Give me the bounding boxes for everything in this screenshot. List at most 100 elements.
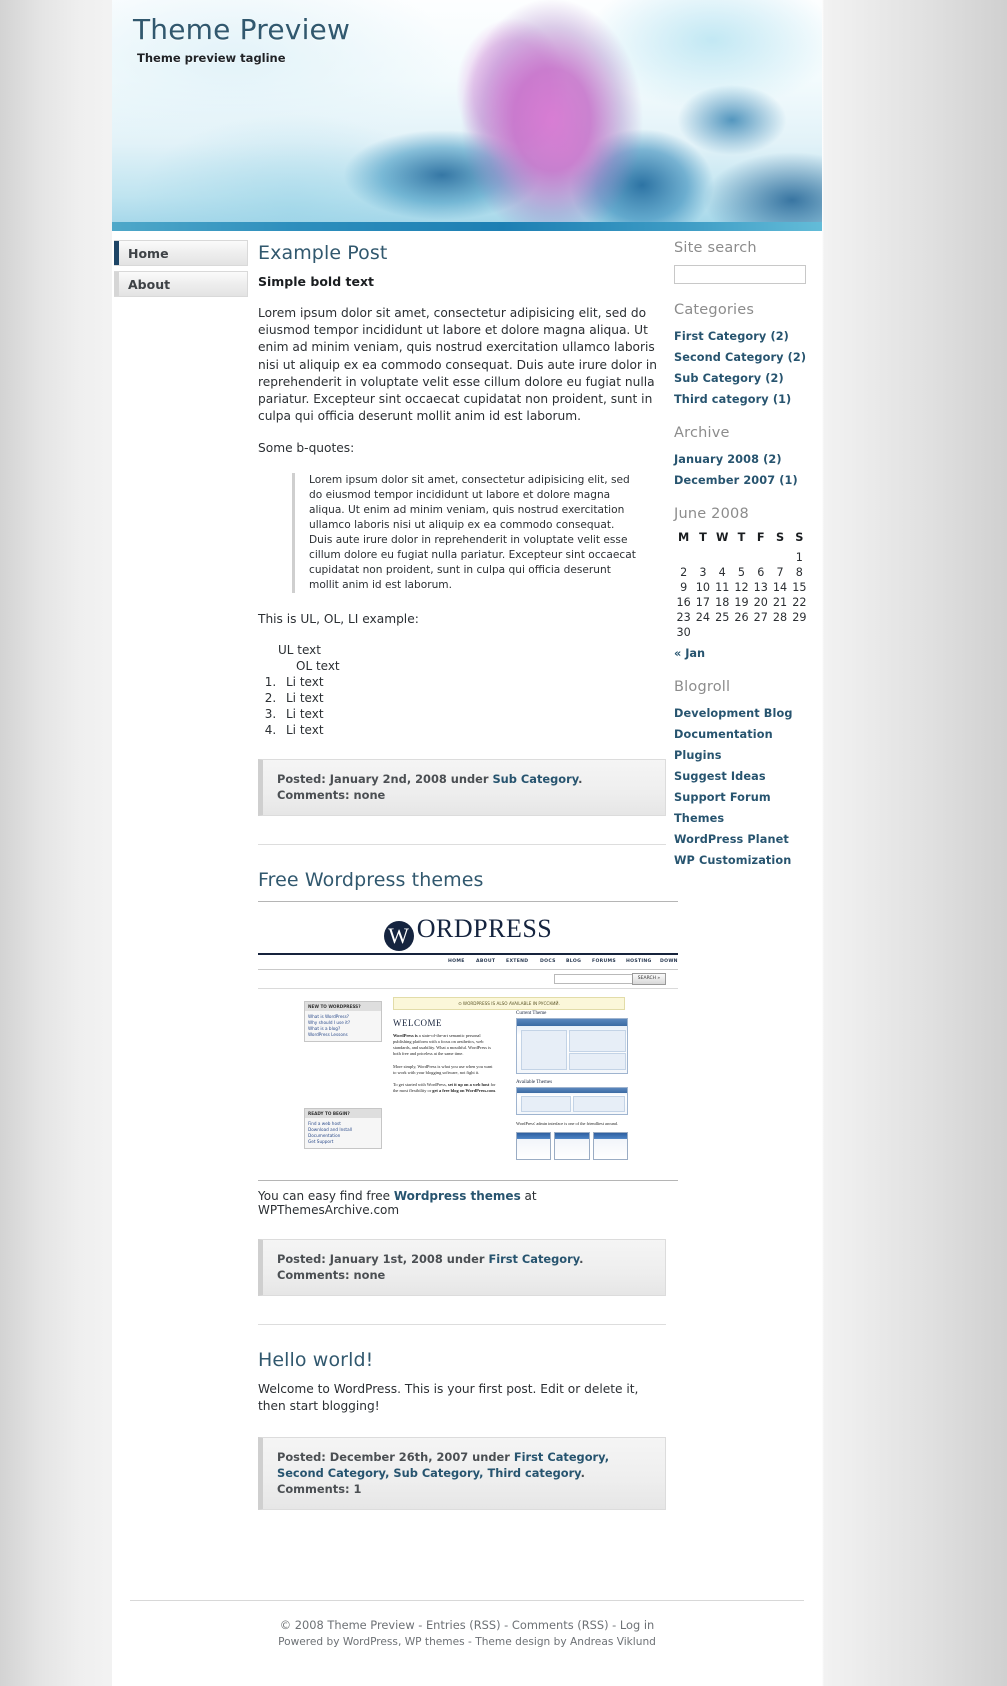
calendar-day: 24: [695, 611, 711, 624]
calendar-day: 16: [676, 596, 691, 609]
calendar-day: 20: [753, 596, 768, 609]
wordpress-homepage-screenshot: W ORDPRESS HOME ABOUT EXTEND DOCS BLOG FO…: [258, 900, 678, 1181]
archive-count: (2): [763, 453, 782, 466]
wps-thumb-col-right-top: [569, 1029, 626, 1052]
wps-box-heading: NEW TO WORDPRESS?: [305, 1001, 381, 1011]
archive-label: January 2008: [674, 453, 760, 466]
wps-image-thumb: [554, 1131, 590, 1160]
wps-available-themes-title: Available Themes: [516, 1079, 553, 1085]
sidebar: Site search Categories First Category (2…: [672, 240, 814, 886]
category-label: Second Category: [674, 351, 784, 364]
ul-item: UL text: [278, 642, 321, 657]
wps-para-lead: WordPress is: [393, 1032, 418, 1038]
calendar-weekday: T: [737, 531, 746, 544]
post-comments-count[interactable]: Comments: none: [277, 1268, 385, 1282]
post-meta-prefix: Posted: December 26th, 2007 under: [277, 1450, 514, 1465]
wps-nav-about: ABOUT: [476, 958, 496, 964]
nav-item-home[interactable]: Home: [114, 240, 248, 266]
wp-screenshot-caption: You can easy find free Wordpress themes …: [258, 1189, 666, 1217]
ol-item: OL text: [296, 658, 340, 673]
calendar-day: 4: [718, 566, 726, 579]
list-item: Second Category (2): [674, 346, 814, 365]
post-meta-category-link[interactable]: First Category: [488, 1252, 579, 1266]
list-item: WordPress Planet: [674, 828, 814, 847]
calendar-prev-month-link[interactable]: « Jan: [674, 647, 705, 660]
calendar-day: [732, 625, 751, 640]
blogroll-link-wp-customization[interactable]: WP Customization: [674, 854, 791, 867]
blogroll-link-development-blog[interactable]: Development Blog: [674, 707, 793, 720]
wps-left-column: NEW TO WORDPRESS? What is WordPress? Why…: [304, 1000, 382, 1157]
calendar-week-row: 1: [674, 550, 809, 565]
footer-line-2[interactable]: Powered by WordPress, WP themes - Theme …: [130, 1634, 804, 1651]
wps-nav-blog: BLOG: [566, 958, 582, 964]
archive-link-january-2008[interactable]: January 2008 (2): [674, 453, 782, 466]
wps-thumb-col-b: [573, 1095, 625, 1112]
post-meta-prefix: Posted: January 1st, 2008 under: [277, 1251, 489, 1266]
wps-nav-docs: DOCS: [540, 958, 556, 964]
post-meta-suffix: .: [579, 1251, 584, 1266]
wordpress-logo-text: ORDPRESS: [416, 913, 553, 943]
calendar-day: 25: [715, 611, 730, 624]
calendar-week-row: 30: [674, 625, 809, 640]
post-title[interactable]: Example Post: [258, 240, 666, 264]
wps-available-thumbnail: [516, 1086, 628, 1115]
calendar-day: 2: [680, 566, 688, 579]
calendar-day: 29: [792, 611, 807, 624]
wps-box-body: Find a web host Download and Install Doc…: [305, 1118, 381, 1148]
wps-p3-pre: To get started with WordPress,: [393, 1082, 448, 1088]
post-comments-count[interactable]: Comments: none: [277, 788, 385, 802]
blogroll-link-suggest-ideas[interactable]: Suggest Ideas: [674, 770, 766, 783]
archive-count: (1): [779, 474, 798, 487]
calendar-day: [751, 625, 770, 640]
post-title[interactable]: Free Wordpress themes: [258, 867, 666, 891]
calendar-weekday: W: [715, 531, 729, 544]
calendar-day: 15: [792, 581, 807, 594]
category-link-third[interactable]: Third category (1): [674, 393, 791, 406]
calendar-weekday: F: [756, 531, 765, 544]
post-meta-category-link[interactable]: Sub Category: [492, 772, 578, 786]
archive-link-december-2007[interactable]: December 2007 (1): [674, 474, 798, 487]
blogroll-link-wordpress-planet[interactable]: WordPress Planet: [674, 833, 789, 846]
category-link-first[interactable]: First Category (2): [674, 330, 789, 343]
blogroll-link-support-forum[interactable]: Support Forum: [674, 791, 771, 804]
blogroll-list: Development Blog Documentation Plugins S…: [674, 702, 814, 868]
calendar-day: 26: [734, 611, 749, 624]
calendar-weekday: M: [678, 531, 690, 544]
calendar-day: [751, 550, 770, 565]
post-paragraph: Welcome to WordPress. This is your first…: [258, 1381, 639, 1414]
category-count: (2): [765, 372, 784, 385]
list-item: Development Blog: [674, 702, 814, 721]
wps-current-theme-title: Current Theme: [516, 1010, 547, 1016]
blogroll-link-documentation[interactable]: Documentation: [674, 728, 773, 741]
search-input[interactable]: [674, 265, 806, 284]
calendar-day: 27: [753, 611, 768, 624]
blogroll-link-plugins[interactable]: Plugins: [674, 749, 722, 762]
blogroll-link-themes[interactable]: Themes: [674, 812, 724, 825]
footer-line-1[interactable]: © 2008 Theme Preview - Entries (RSS) - C…: [130, 1617, 804, 1634]
li-item: Li text: [280, 691, 666, 705]
calendar-day: 28: [772, 611, 788, 624]
wordpress-themes-link[interactable]: Wordpress themes: [394, 1189, 521, 1203]
post-meta: Posted: January 1st, 2008 under First Ca…: [258, 1238, 666, 1296]
calendar-day: 23: [676, 611, 691, 624]
post-meta-suffix: .: [580, 1466, 585, 1481]
post-paragraph: Lorem ipsum dolor sit amet, consectetur …: [258, 306, 657, 424]
category-link-sub[interactable]: Sub Category (2): [674, 372, 784, 385]
post-comments-count[interactable]: Comments: 1: [277, 1482, 361, 1496]
wps-thumb-bar: [517, 1018, 627, 1026]
calendar-day: 22: [792, 596, 807, 609]
wps-box-heading: READY TO BEGIN?: [305, 1108, 381, 1118]
site-header-banner: Theme Preview Theme preview tagline: [112, 0, 822, 231]
wordpress-w-mark: W: [383, 920, 414, 951]
calendar-weekday: T: [699, 531, 707, 544]
post-title[interactable]: Hello world!: [258, 1347, 666, 1371]
post-meta-prefix: Posted: January 2nd, 2008 under: [277, 771, 493, 786]
wps-language-notice: ⊙ WORDPRESS IS ALSO AVAILABLE IN РУССКИЙ…: [393, 996, 625, 1010]
list-item: First Category (2): [674, 325, 814, 344]
wps-nav-hosting: HOSTING: [626, 958, 652, 964]
calendar-week-row: 16 17 18 19 20 21 22: [674, 595, 809, 610]
nav-item-about[interactable]: About: [114, 271, 248, 297]
category-link-second[interactable]: Second Category (2): [674, 351, 806, 364]
post-example-post: Example Post Simple bold text Lorem ipsu…: [258, 240, 666, 816]
wps-theme-thumbnail: [516, 1017, 628, 1074]
